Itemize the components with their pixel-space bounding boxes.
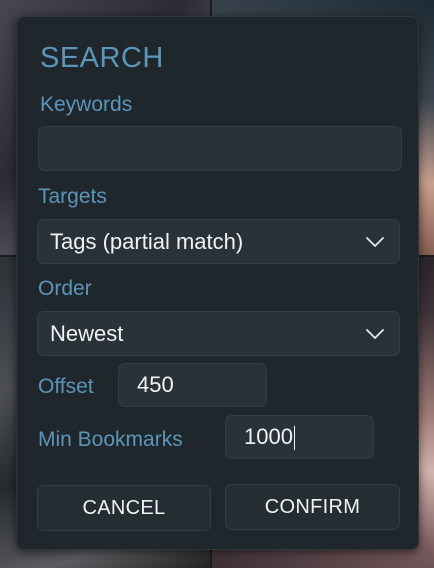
offset-input[interactable]: 450 <box>118 363 267 407</box>
order-selected-value: Newest <box>50 320 124 346</box>
search-dialog: SEARCH Keywords Targets Tags (partial ma… <box>16 16 419 550</box>
targets-label: Targets <box>38 185 107 208</box>
offset-value: 450 <box>137 372 174 397</box>
chevron-down-icon <box>366 236 384 247</box>
min-bookmarks-value: 1000 <box>244 423 293 449</box>
text-caret <box>293 426 295 451</box>
targets-selected-value: Tags (partial match) <box>50 228 244 254</box>
targets-select[interactable]: Tags (partial match) <box>37 219 400 264</box>
offset-label: Offset <box>38 375 94 398</box>
min-bookmarks-value-wrap: 1000 <box>244 423 295 451</box>
keywords-input[interactable] <box>38 126 402 171</box>
cancel-button[interactable]: CANCEL <box>37 485 211 531</box>
min-bookmarks-input[interactable]: 1000 <box>225 415 374 459</box>
order-label: Order <box>38 277 92 300</box>
keywords-label: Keywords <box>40 93 133 116</box>
order-select[interactable]: Newest <box>37 311 400 356</box>
dialog-title: SEARCH <box>40 42 164 74</box>
min-bookmarks-label: Min Bookmarks <box>38 428 183 451</box>
confirm-button[interactable]: CONFIRM <box>225 484 400 530</box>
chevron-down-icon <box>366 328 384 339</box>
